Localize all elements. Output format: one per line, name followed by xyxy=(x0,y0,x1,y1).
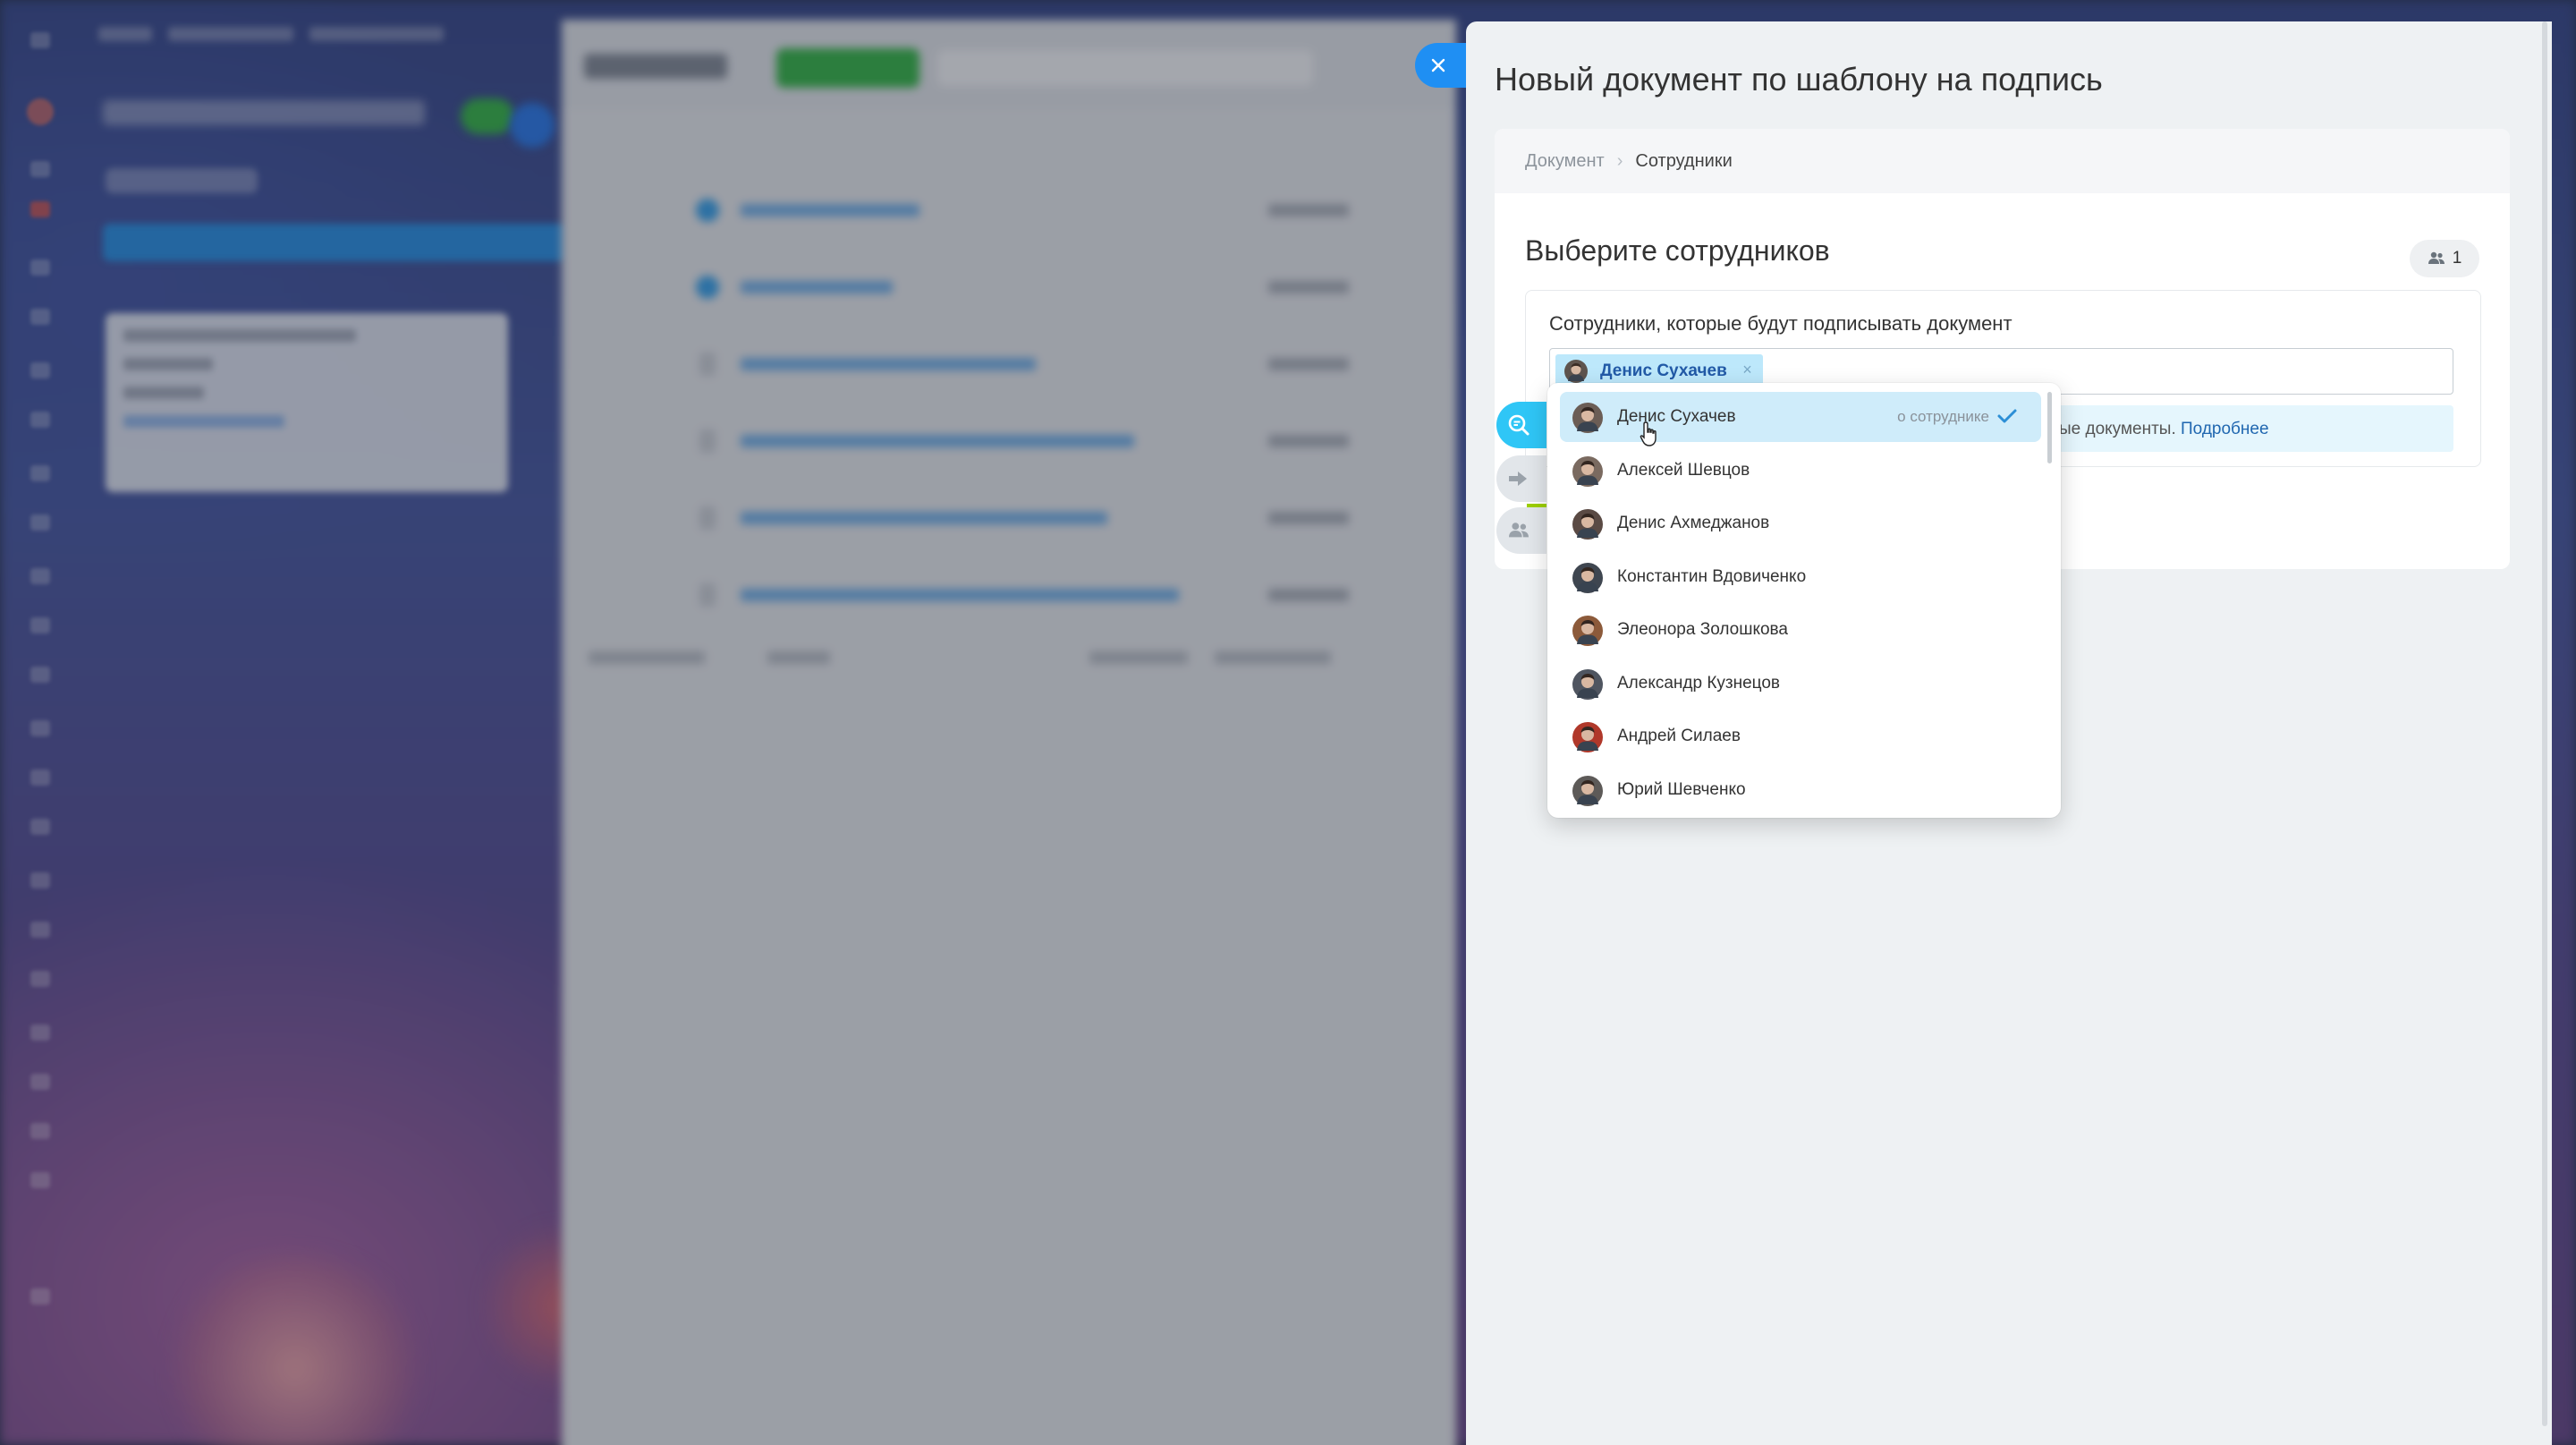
hand-cursor-icon xyxy=(1640,421,1657,446)
remove-tag-icon[interactable]: × xyxy=(1742,361,1752,379)
dropdown-item[interactable]: Юрий Шевченко xyxy=(1560,765,2041,815)
info-text: ые документы. Подробнее xyxy=(2059,420,2269,439)
info-more-link[interactable]: Подробнее xyxy=(2181,420,2269,438)
dropdown-item[interactable]: Элеонора Золошкова xyxy=(1560,605,2041,655)
dropdown-item-name: Алексей Шевцов xyxy=(1617,460,1750,480)
dropdown-item-name: Александр Кузнецов xyxy=(1617,673,1781,693)
step-document[interactable] xyxy=(1496,402,1546,448)
avatar xyxy=(1572,455,1603,487)
avatar xyxy=(1572,616,1603,646)
step-employees[interactable] xyxy=(1496,507,1546,554)
dropdown-item-name: Элеонора Золошкова xyxy=(1617,620,1788,639)
avatar xyxy=(1564,360,1588,383)
dropdown-item[interactable]: Алексей Шевцов xyxy=(1560,446,2041,496)
dropdown-item[interactable]: Денис Ахмеджанов xyxy=(1560,498,2041,548)
check-icon xyxy=(1997,409,2017,423)
dropdown-scrollbar[interactable] xyxy=(2047,392,2052,463)
users-icon xyxy=(1509,523,1529,538)
panel-scrollbar[interactable] xyxy=(2540,21,2549,1426)
close-panel-button[interactable] xyxy=(1415,43,1469,88)
dropdown-item-name: Константин Вдовиченко xyxy=(1617,566,1807,586)
avatar xyxy=(1572,562,1603,593)
breadcrumb: Документ › Сотрудники xyxy=(1495,129,2510,193)
field-label: Сотрудники, которые будут подписывать до… xyxy=(1549,312,2012,335)
breadcrumb-document[interactable]: Документ xyxy=(1525,151,1605,172)
close-icon xyxy=(1431,58,1445,72)
step-route[interactable] xyxy=(1496,455,1546,502)
dropdown-item[interactable]: Андрей Силаев xyxy=(1560,711,2041,761)
tag-label: Денис Сухачев xyxy=(1600,361,1727,380)
avatar xyxy=(1572,668,1603,700)
chevron-right-icon: › xyxy=(1616,150,1623,171)
signers-counter[interactable]: 1 xyxy=(2410,240,2479,277)
dropdown-item-name: Денис Ахмеджанов xyxy=(1617,514,1770,532)
breadcrumb-employees: Сотрудники xyxy=(1635,150,1733,171)
panel-title: Новый документ по шаблону на подпись xyxy=(1495,61,2103,98)
counter-value: 1 xyxy=(2452,249,2462,268)
dropdown-item-name: Денис Сухачев xyxy=(1617,407,1736,426)
dropdown-item-name: Андрей Силаев xyxy=(1617,727,1741,745)
about-employee-link[interactable]: о сотруднике xyxy=(1897,408,1989,426)
dropdown-item[interactable]: Александр Кузнецов xyxy=(1560,659,2041,709)
dropdown-item[interactable]: Денис Сухачев о сотруднике xyxy=(1560,392,2041,442)
arrow-right-icon xyxy=(1509,472,1527,486)
users-icon xyxy=(2428,251,2445,264)
dropdown-item[interactable]: Константин Вдовиченко xyxy=(1560,552,2041,602)
dropdown-item-name: Юрий Шевченко xyxy=(1617,779,1746,799)
section-title: Выберите сотрудников xyxy=(1525,234,1830,267)
avatar xyxy=(1572,403,1603,433)
avatar xyxy=(1572,509,1603,540)
search-doc-icon xyxy=(1508,414,1530,436)
avatar xyxy=(1572,775,1603,806)
info-text-body: ые документы. xyxy=(2059,420,2176,438)
avatar xyxy=(1572,722,1603,752)
employee-dropdown: Денис Сухачев о сотруднике Алексей Шевцов Д… xyxy=(1547,383,2061,818)
